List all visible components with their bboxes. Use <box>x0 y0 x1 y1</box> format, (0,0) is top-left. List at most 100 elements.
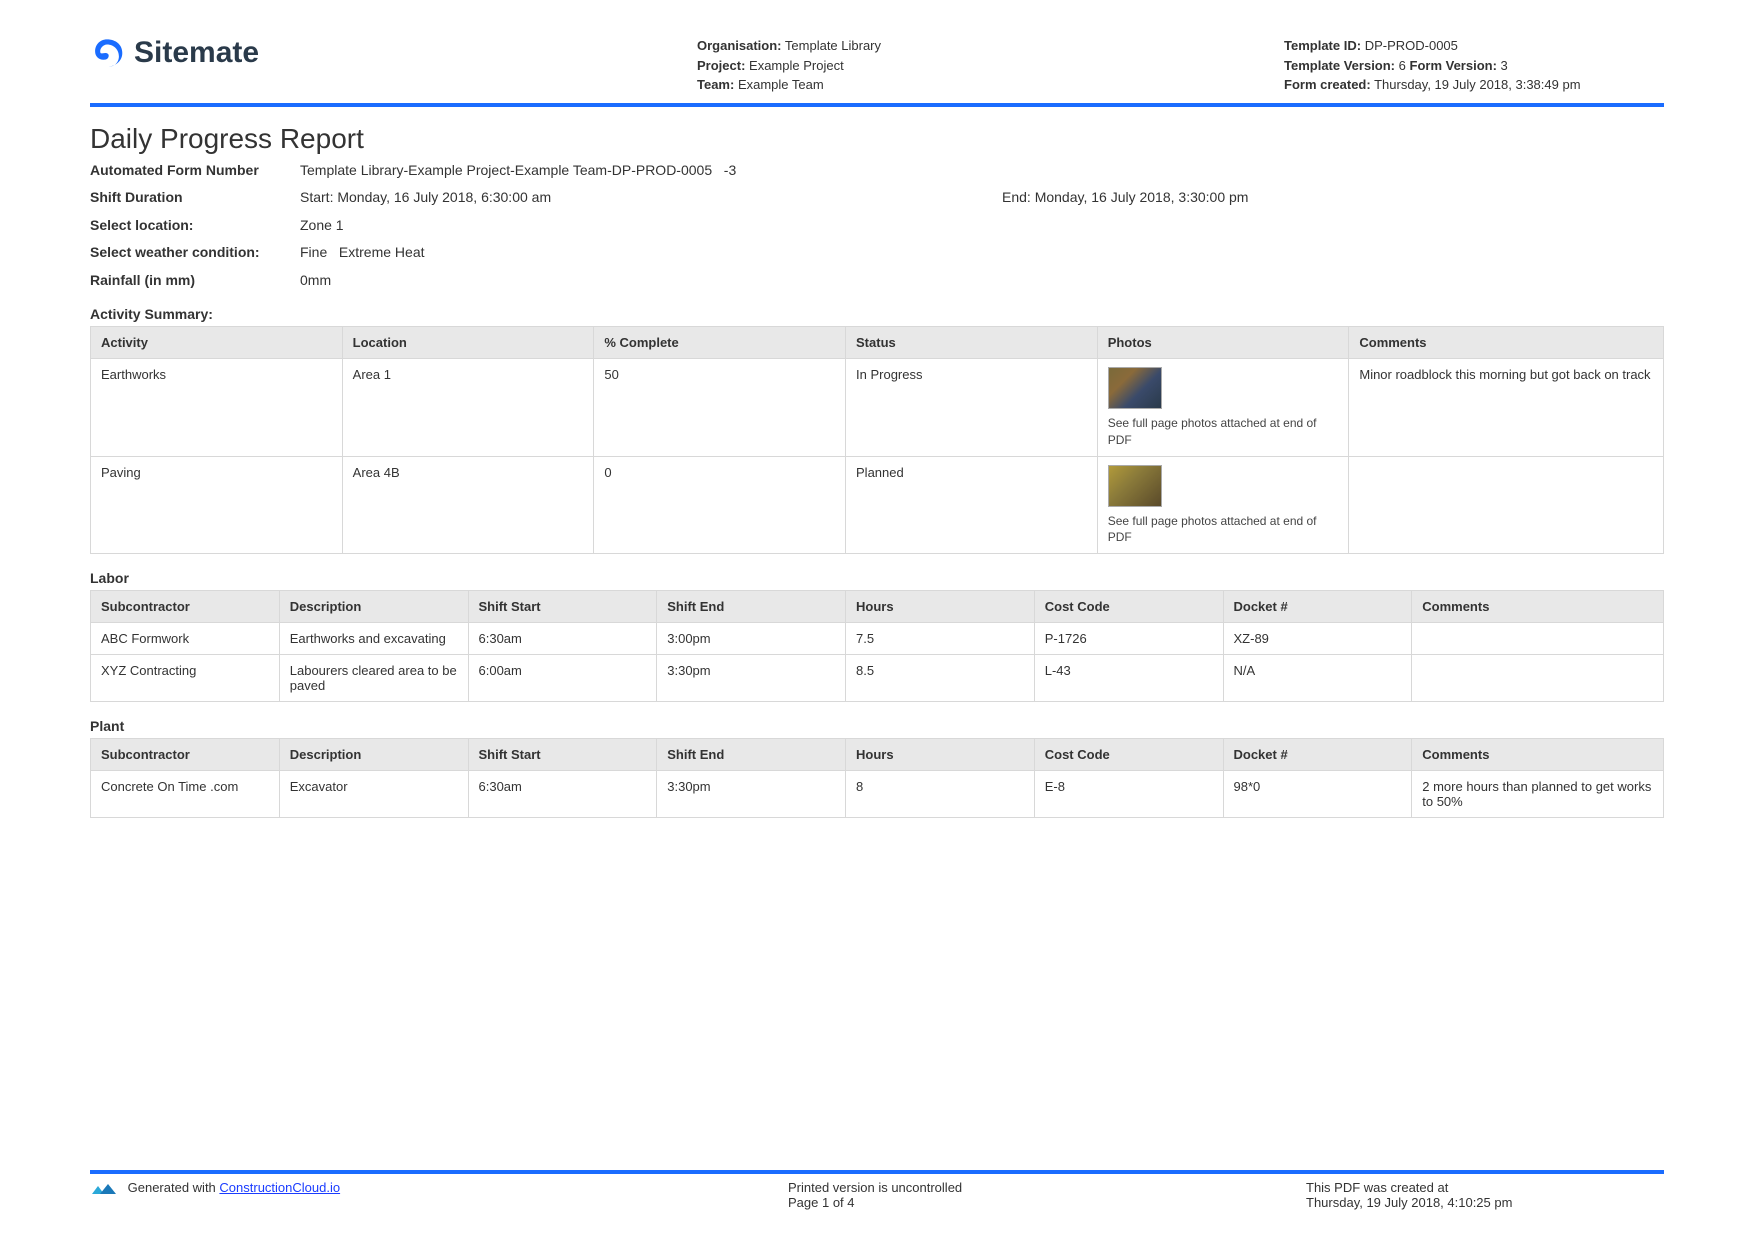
uncontrolled-note: Printed version is uncontrolled <box>788 1180 1146 1195</box>
cell-desc: Earthworks and excavating <box>279 623 468 655</box>
activity-header-row: Activity Location % Complete Status Phot… <box>91 327 1664 359</box>
page-title: Daily Progress Report <box>90 123 1664 155</box>
org-value: Template Library <box>785 38 881 53</box>
activity-col-activity: Activity <box>91 327 343 359</box>
plant-col-desc: Description <box>279 739 468 771</box>
cell-comments: 2 more hours than planned to get works t… <box>1412 771 1664 818</box>
cell-end: 3:30pm <box>657 655 846 702</box>
labor-table: Subcontractor Description Shift Start Sh… <box>90 590 1664 702</box>
photo-thumbnail-icon <box>1108 367 1162 409</box>
cell-sub: ABC Formwork <box>91 623 280 655</box>
activity-col-photos: Photos <box>1097 327 1349 359</box>
constructioncloud-icon <box>90 1182 120 1196</box>
cell-photos: See full page photos attached at end of … <box>1097 456 1349 553</box>
labor-section-title: Labor <box>90 570 1664 586</box>
photo-note: See full page photos attached at end of … <box>1108 415 1339 447</box>
cell-end: 3:00pm <box>657 623 846 655</box>
photo-thumbnail-icon <box>1108 465 1162 507</box>
cell-activity: Paving <box>91 456 343 553</box>
activity-col-status: Status <box>846 327 1098 359</box>
generated-prefix: Generated with <box>128 1180 220 1195</box>
brand-block: Sitemate <box>90 36 490 70</box>
brand-name: Sitemate <box>134 36 259 70</box>
cell-comments: Minor roadblock this morning but got bac… <box>1349 359 1664 456</box>
cell-complete: 50 <box>594 359 846 456</box>
org-label: Organisation: <box>697 38 782 53</box>
labor-col-start: Shift Start <box>468 591 657 623</box>
team-label: Team: <box>697 77 734 92</box>
cell-docket: 98*0 <box>1223 771 1412 818</box>
auto-form-number-label: Automated Form Number <box>90 161 300 181</box>
created-label: This PDF was created at <box>1306 1180 1664 1195</box>
activity-col-complete: % Complete <box>594 327 846 359</box>
location-label: Select location: <box>90 216 300 236</box>
labor-row: ABC Formwork Earthworks and excavating 6… <box>91 623 1664 655</box>
cell-comments <box>1412 623 1664 655</box>
shift-end-value: End: Monday, 16 July 2018, 3:30:00 pm <box>1002 188 1664 208</box>
cell-start: 6:00am <box>468 655 657 702</box>
plant-col-hours: Hours <box>846 739 1035 771</box>
labor-col-cost: Cost Code <box>1034 591 1223 623</box>
plant-col-start: Shift Start <box>468 739 657 771</box>
footer-left: Generated with ConstructionCloud.io <box>90 1180 448 1210</box>
form-version-value: 3 <box>1501 58 1508 73</box>
footer-right: This PDF was created at Thursday, 19 Jul… <box>1146 1180 1664 1210</box>
location-value: Zone 1 <box>300 216 1664 236</box>
cell-end: 3:30pm <box>657 771 846 818</box>
rainfall-value: 0mm <box>300 271 1664 291</box>
cell-hours: 8 <box>846 771 1035 818</box>
shift-duration-label: Shift Duration <box>90 188 300 208</box>
cell-status: In Progress <box>846 359 1098 456</box>
cell-location: Area 4B <box>342 456 594 553</box>
document-footer: Generated with ConstructionCloud.io Prin… <box>90 1170 1664 1210</box>
template-id-label: Template ID: <box>1284 38 1361 53</box>
header-meta-left: Organisation: Template Library Project: … <box>697 36 1077 95</box>
cell-status: Planned <box>846 456 1098 553</box>
rainfall-label: Rainfall (in mm) <box>90 271 300 291</box>
cell-activity: Earthworks <box>91 359 343 456</box>
cell-cost: L-43 <box>1034 655 1223 702</box>
header-meta-right: Template ID: DP-PROD-0005 Template Versi… <box>1284 36 1664 95</box>
labor-col-docket: Docket # <box>1223 591 1412 623</box>
plant-col-cost: Cost Code <box>1034 739 1223 771</box>
document-header: Sitemate Organisation: Template Library … <box>90 36 1664 107</box>
field-weather: Select weather condition: Fine Extreme H… <box>90 243 1664 263</box>
cell-location: Area 1 <box>342 359 594 456</box>
cell-sub: Concrete On Time .com <box>91 771 280 818</box>
labor-col-hours: Hours <box>846 591 1035 623</box>
field-shift-duration: Shift Duration Start: Monday, 16 July 20… <box>90 188 1664 208</box>
cell-cost: P-1726 <box>1034 623 1223 655</box>
form-created-label: Form created: <box>1284 77 1371 92</box>
cell-start: 6:30am <box>468 771 657 818</box>
labor-header-row: Subcontractor Description Shift Start Sh… <box>91 591 1664 623</box>
plant-table: Subcontractor Description Shift Start Sh… <box>90 738 1664 818</box>
generated-link[interactable]: ConstructionCloud.io <box>219 1180 340 1195</box>
field-auto-form-number: Automated Form Number Template Library-E… <box>90 161 1664 181</box>
activity-table: Activity Location % Complete Status Phot… <box>90 326 1664 554</box>
activity-col-comments: Comments <box>1349 327 1664 359</box>
cell-docket: XZ-89 <box>1223 623 1412 655</box>
auto-form-number-value: Template Library-Example Project-Example… <box>300 161 1664 181</box>
template-version-label: Template Version: <box>1284 58 1395 73</box>
labor-col-comments: Comments <box>1412 591 1664 623</box>
cell-start: 6:30am <box>468 623 657 655</box>
field-location: Select location: Zone 1 <box>90 216 1664 236</box>
labor-col-end: Shift End <box>657 591 846 623</box>
footer-center: Printed version is uncontrolled Page 1 o… <box>448 1180 1146 1210</box>
weather-value: Fine Extreme Heat <box>300 243 1664 263</box>
page-indicator: Page 1 of 4 <box>788 1195 1146 1210</box>
cell-cost: E-8 <box>1034 771 1223 818</box>
weather-label: Select weather condition: <box>90 243 300 263</box>
cell-hours: 8.5 <box>846 655 1035 702</box>
plant-section-title: Plant <box>90 718 1664 734</box>
field-rainfall: Rainfall (in mm) 0mm <box>90 271 1664 291</box>
plant-row: Concrete On Time .com Excavator 6:30am 3… <box>91 771 1664 818</box>
created-value: Thursday, 19 July 2018, 4:10:25 pm <box>1306 1195 1664 1210</box>
labor-col-desc: Description <box>279 591 468 623</box>
plant-col-docket: Docket # <box>1223 739 1412 771</box>
form-created-value: Thursday, 19 July 2018, 3:38:49 pm <box>1374 77 1580 92</box>
labor-col-sub: Subcontractor <box>91 591 280 623</box>
plant-col-end: Shift End <box>657 739 846 771</box>
cell-docket: N/A <box>1223 655 1412 702</box>
shift-start-value: Start: Monday, 16 July 2018, 6:30:00 am <box>300 188 962 208</box>
